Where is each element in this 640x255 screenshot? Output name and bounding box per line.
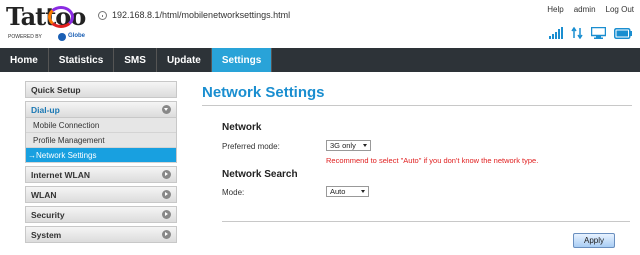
apply-button[interactable]: Apply — [573, 233, 615, 248]
sidebar-item-label: Security — [31, 209, 65, 220]
chevron-down-icon — [361, 190, 365, 193]
logout-link[interactable]: Log Out — [606, 5, 634, 14]
signal-strength-icon — [549, 27, 563, 39]
chevron-down-icon — [162, 105, 171, 114]
sidebar-item-label: Quick Setup — [31, 84, 81, 95]
sidebar-dialup[interactable]: Dial-up — [25, 101, 177, 118]
status-icons — [549, 25, 632, 39]
sidebar-quick-setup[interactable]: Quick Setup — [25, 81, 177, 98]
logo-partner: Globe — [68, 33, 86, 39]
sidebar-item-label: Dial-up — [31, 104, 60, 115]
sidebar-item-profile-management[interactable]: Profile Management — [26, 133, 176, 148]
preferred-mode-label: Preferred mode: — [222, 142, 280, 151]
page-title: Network Settings — [202, 84, 325, 101]
battery-icon — [614, 28, 632, 39]
sidebar-wlan[interactable]: WLAN — [25, 186, 177, 203]
dialup-submenu: Mobile Connection Profile Management →Ne… — [25, 118, 177, 163]
router-admin-page: Tattoo POWERED BY Globe 192.168.8.1/html… — [0, 0, 640, 255]
sidebar-item-mobile-connection[interactable]: Mobile Connection — [26, 118, 176, 133]
logo-swirl-icon — [48, 6, 74, 28]
info-icon — [98, 10, 107, 20]
user-name: admin — [573, 5, 596, 14]
network-search-heading: Network Search — [222, 169, 298, 180]
menubar-fill — [272, 48, 640, 72]
search-mode-value: Auto — [330, 187, 346, 196]
main-menu: Home Statistics SMS Update Settings — [0, 48, 640, 72]
chevron-right-icon — [162, 230, 171, 239]
menu-settings[interactable]: Settings — [211, 48, 273, 72]
network-type-hint: Recommend to select "Auto" if you don't … — [326, 156, 539, 165]
data-transfer-icon — [571, 27, 583, 39]
sidebar-security[interactable]: Security — [25, 206, 177, 223]
sidebar-item-label: WLAN — [31, 189, 57, 200]
preferred-mode-value: 3G only — [330, 141, 356, 150]
sidebar-item-network-settings[interactable]: →Network Settings — [26, 148, 176, 163]
search-mode-select[interactable]: Auto — [326, 186, 369, 197]
header: Tattoo POWERED BY Globe 192.168.8.1/html… — [0, 0, 640, 46]
address-bar[interactable]: 192.168.8.1/html/mobilenetworksettings.h… — [98, 8, 290, 22]
settings-sidebar: Quick Setup Dial-up Mobile Connection Pr… — [25, 81, 177, 246]
globe-logo-icon — [58, 33, 66, 41]
menu-update[interactable]: Update — [157, 48, 212, 72]
menu-statistics[interactable]: Statistics — [49, 48, 115, 72]
chevron-down-icon — [363, 144, 367, 147]
mode-label: Mode: — [222, 188, 245, 197]
chevron-right-icon — [162, 210, 171, 219]
chevron-right-icon — [162, 170, 171, 179]
sidebar-item-label: System — [31, 229, 62, 240]
chevron-right-icon — [162, 190, 171, 199]
logo-powered-by: POWERED BY — [8, 34, 42, 40]
title-divider — [202, 105, 632, 106]
address-url[interactable]: 192.168.8.1/html/mobilenetworksettings.h… — [112, 10, 290, 20]
menu-sms[interactable]: SMS — [114, 48, 157, 72]
top-links: Help admin Log Out — [547, 5, 634, 14]
form-divider — [222, 221, 630, 222]
help-link[interactable]: Help — [547, 5, 563, 14]
sidebar-system[interactable]: System — [25, 226, 177, 243]
preferred-mode-select[interactable]: 3G only — [326, 140, 371, 151]
menu-home[interactable]: Home — [0, 48, 49, 72]
sidebar-item-label: Internet WLAN — [31, 169, 91, 180]
brand-logo: Tattoo POWERED BY Globe — [6, 2, 86, 44]
network-section-heading: Network — [222, 122, 262, 133]
computer-connection-icon — [591, 27, 606, 39]
main-content: Network Settings Network Preferred mode:… — [202, 84, 632, 248]
sidebar-internet-wlan[interactable]: Internet WLAN — [25, 166, 177, 183]
